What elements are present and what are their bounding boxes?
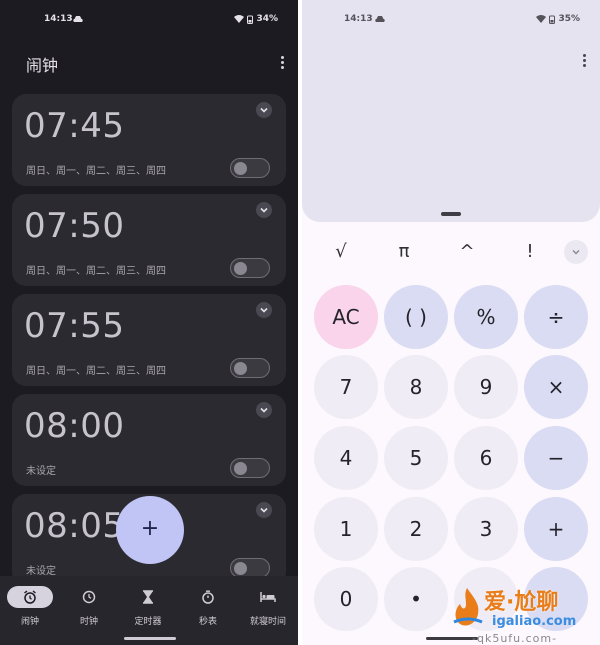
alarm-card[interactable]: 07:50 周日、周一、周二、周三、周四 (12, 194, 286, 286)
chevron-down-icon[interactable] (256, 102, 272, 118)
nav-label: 就寝时间 (249, 617, 286, 627)
pi-button[interactable]: π (389, 238, 419, 266)
flame-logo-icon (453, 588, 483, 626)
factorial-button[interactable]: ! (515, 238, 545, 266)
alarm-time[interactable]: 08:00 (24, 406, 124, 446)
divide-button[interactable]: ÷ (524, 285, 588, 349)
alarm-card[interactable]: 07:55 周日、周一、周二、周三、周四 (12, 294, 286, 386)
alarm-time[interactable]: 07:55 (24, 306, 124, 346)
watermark-title: 爱·尬聊 (484, 590, 559, 615)
calculator-display (302, 0, 600, 222)
battery-percent: 34% (256, 14, 278, 24)
nav-item-timer[interactable]: 定时器 (120, 586, 176, 627)
subtract-button[interactable]: − (524, 426, 588, 490)
expand-scientific-button[interactable] (564, 240, 588, 264)
alarm-card[interactable]: 08:00 未设定 (12, 394, 286, 486)
watermark-url: igaliao.com (492, 614, 577, 629)
status-bar: 14:13 35% (302, 12, 600, 28)
watermark-url-secondary: -qk5ufu.com- (472, 632, 558, 645)
alarm-toggle[interactable] (230, 458, 270, 478)
cloud-icon (73, 16, 83, 22)
status-bar: 14:13 34% (0, 12, 298, 28)
alarm-toggle[interactable] (230, 258, 270, 278)
digit-8-button[interactable]: 8 (384, 355, 448, 419)
alarm-repeat-days: 周日、周一、周二、周三、周四 (26, 366, 166, 377)
battery-icon (247, 15, 254, 24)
digit-6-button[interactable]: 6 (454, 426, 518, 490)
nav-item-bedtime[interactable]: 就寝时间 (240, 586, 296, 627)
add-alarm-button[interactable]: + (116, 496, 184, 564)
chevron-down-icon[interactable] (256, 202, 272, 218)
alarm-time[interactable]: 07:50 (24, 206, 124, 246)
alarm-time[interactable]: 08:05 (24, 506, 124, 546)
digit-2-button[interactable]: 2 (384, 497, 448, 561)
more-options-icon[interactable] (578, 52, 590, 70)
bottom-nav: 闹钟 时钟 定时器 秒表 就寝时间 (0, 576, 298, 645)
alarm-time[interactable]: 07:45 (24, 106, 124, 146)
gesture-bar[interactable] (124, 637, 176, 640)
site-watermark: 爱·尬聊 igaliao.com -qk5ufu.com- (446, 582, 600, 645)
percent-button[interactable]: % (454, 285, 518, 349)
nav-label: 秒表 (198, 617, 217, 627)
alarm-repeat-days: 周日、周一、周二、周三、周四 (26, 266, 166, 277)
hourglass-icon (143, 590, 153, 604)
power-button[interactable]: ^ (452, 238, 482, 266)
display-drag-handle[interactable] (441, 212, 461, 216)
battery-icon (549, 15, 556, 24)
nav-label: 定时器 (134, 617, 162, 627)
alarm-repeat-days: 未设定 (26, 466, 56, 477)
digit-4-button[interactable]: 4 (314, 426, 378, 490)
digit-3-button[interactable]: 3 (454, 497, 518, 561)
all-clear-button[interactable]: AC (314, 285, 378, 349)
calculator-app: 14:13 35% √ π ^ ! AC ( ) % ÷ 7 8 9 × 4 5… (302, 0, 600, 645)
chevron-down-icon (572, 250, 580, 255)
chevron-down-icon[interactable] (256, 302, 272, 318)
battery-percent: 35% (558, 14, 580, 24)
cloud-icon (375, 16, 385, 22)
alarm-toggle[interactable] (230, 558, 270, 578)
digit-1-button[interactable]: 1 (314, 497, 378, 561)
bed-icon (260, 592, 276, 602)
digit-7-button[interactable]: 7 (314, 355, 378, 419)
nav-item-stopwatch[interactable]: 秒表 (180, 586, 236, 627)
multiply-button[interactable]: × (524, 355, 588, 419)
parentheses-button[interactable]: ( ) (384, 285, 448, 349)
decimal-point-button[interactable]: • (384, 567, 448, 631)
wifi-icon (234, 15, 245, 23)
add-button[interactable]: + (524, 497, 588, 561)
alarm-repeat-days: 未设定 (26, 566, 56, 577)
more-options-icon[interactable] (276, 54, 288, 72)
alarm-card[interactable]: 07:45 周日、周一、周二、周三、周四 (12, 94, 286, 186)
clock-icon (82, 590, 96, 604)
nav-item-alarm[interactable]: 闹钟 (2, 586, 58, 627)
chevron-down-icon[interactable] (256, 402, 272, 418)
nav-label: 时钟 (79, 617, 98, 627)
digit-5-button[interactable]: 5 (384, 426, 448, 490)
digit-0-button[interactable]: 0 (314, 567, 378, 631)
stopwatch-icon (202, 590, 214, 604)
status-time: 14:13 (344, 14, 373, 24)
status-time: 14:13 (44, 14, 73, 24)
alarm-repeat-days: 周日、周一、周二、周三、周四 (26, 166, 166, 177)
alarm-icon (24, 590, 36, 604)
alarm-toggle[interactable] (230, 358, 270, 378)
clock-app: 14:13 34% 闹钟 07:45 周日、周一、周二、周三、周四 07:50 … (0, 0, 298, 645)
nav-item-clock[interactable]: 时钟 (61, 586, 117, 627)
digit-9-button[interactable]: 9 (454, 355, 518, 419)
alarm-toggle[interactable] (230, 158, 270, 178)
sqrt-button[interactable]: √ (326, 238, 356, 266)
wifi-icon (536, 15, 547, 23)
nav-label: 闹钟 (20, 617, 39, 627)
chevron-down-icon[interactable] (256, 502, 272, 518)
page-title: 闹钟 (26, 56, 59, 75)
